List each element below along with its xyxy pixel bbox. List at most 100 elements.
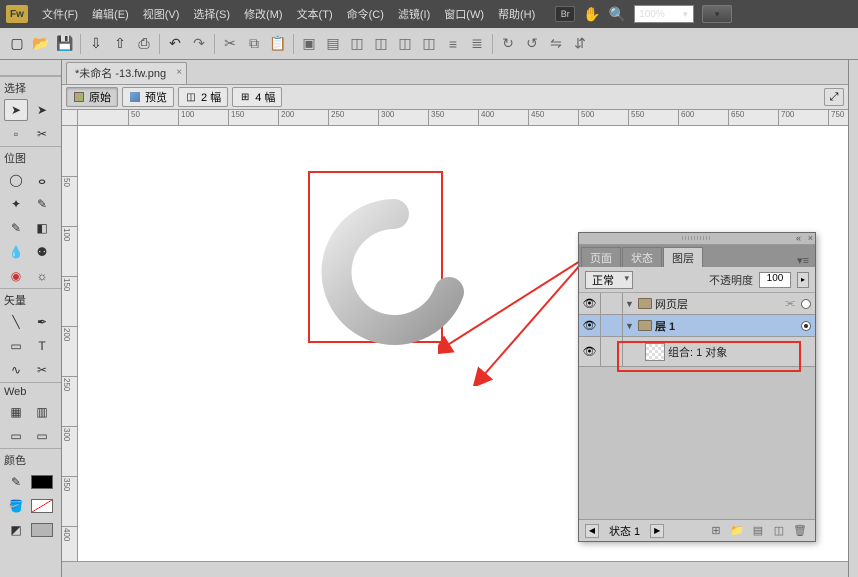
stroke-color-tool[interactable]: ✎ [4,471,28,493]
lock-cell[interactable] [601,293,623,314]
forward-button[interactable]: ◫ [394,33,416,55]
freeform-tool[interactable]: ∿ [4,359,28,381]
redo-button[interactable]: ↷ [188,33,210,55]
wand-tool[interactable]: ✦ [4,193,28,215]
show-slice-tool[interactable]: ▭ [30,425,54,447]
line-tool[interactable]: ╲ [4,311,28,333]
visibility-toggle[interactable]: 👁 [579,315,601,336]
menu-view[interactable]: 视图(V) [137,3,186,25]
right-dock-strip[interactable] [848,60,858,577]
document-tab[interactable]: *未命名 -13.fw.png × [66,62,187,84]
pencil-tool[interactable]: ✎ [4,217,28,239]
subselect-tool[interactable]: ➤ [30,99,54,121]
lasso-tool[interactable]: ⴰ [30,169,54,191]
active-layer-radio[interactable] [801,299,811,309]
close-tab-icon[interactable]: × [176,67,182,78]
rotate-cw-button[interactable]: ↻ [497,33,519,55]
menu-help[interactable]: 帮助(H) [492,3,541,25]
align-button[interactable]: ≡ [442,33,464,55]
new-bitmap-button[interactable]: ◫ [770,523,788,539]
backward-button[interactable]: ◫ [418,33,440,55]
slice-tool[interactable]: ▥ [30,401,54,423]
opacity-input[interactable]: 100 [759,272,791,288]
canvas-object[interactable] [314,192,474,352]
view-original-button[interactable]: 原始 [66,87,118,107]
flip-h-button[interactable]: ⇋ [545,33,567,55]
panel-menu-icon[interactable]: ▾≡ [797,254,813,267]
ungroup-button[interactable]: ▤ [322,33,344,55]
active-layer-radio[interactable] [801,321,811,331]
expand-toggle-icon[interactable]: ▼ [625,321,635,331]
layer-row-web[interactable]: 👁 ▼ 网页层 ⫘ [579,293,815,315]
rotate-ccw-button[interactable]: ↺ [521,33,543,55]
layer-row-layer1[interactable]: 👁 ▼ 层 1 [579,315,815,337]
rect-tool[interactable]: ▭ [4,335,28,357]
panel-drag-handle[interactable]: « × [579,233,815,245]
expand-toggle-icon[interactable]: ▼ [625,299,635,309]
print-button[interactable]: ⎙ [133,33,155,55]
group-button[interactable]: ▣ [298,33,320,55]
crop-tool[interactable]: ✂ [30,123,54,145]
front-button[interactable]: ◫ [346,33,368,55]
import-button[interactable]: ⇩ [85,33,107,55]
text-tool[interactable]: T [30,335,54,357]
share-icon[interactable]: ⫘ [785,297,795,310]
fill-color-tool[interactable]: 🪣 [4,495,28,517]
visibility-toggle[interactable]: 👁 [579,337,601,366]
expand-button[interactable]: ⤢ [824,88,844,106]
pointer-tool[interactable]: ➤ [4,99,28,121]
blend-mode-select[interactable]: 正常 [585,271,633,289]
view-preview-button[interactable]: 预览 [122,87,174,107]
zoom-select[interactable]: 100%▼ [634,5,694,23]
search-icon[interactable]: 🔍 [609,6,626,23]
marquee-tool[interactable]: ◯ [4,169,28,191]
menu-select[interactable]: 选择(S) [187,3,236,25]
hotspot-tool[interactable]: ▦ [4,401,28,423]
scale-tool[interactable]: ▫ [4,123,28,145]
tab-layers[interactable]: 图层 [663,247,703,267]
menu-file[interactable]: 文件(F) [36,3,84,25]
hide-slice-tool[interactable]: ▭ [4,425,28,447]
cut-button[interactable]: ✂ [219,33,241,55]
menu-text[interactable]: 文本(T) [291,3,339,25]
panel-collapse-icon[interactable]: « [796,233,801,243]
flip-v-button[interactable]: ⇵ [569,33,591,55]
menu-window[interactable]: 窗口(W) [438,3,490,25]
menu-commands[interactable]: 命令(C) [341,3,390,25]
stamp-tool[interactable]: ⚉ [30,241,54,263]
tab-pages[interactable]: 页面 [581,247,621,267]
dodge-tool[interactable]: ☼ [30,265,54,287]
distribute-button[interactable]: ≣ [466,33,488,55]
knife-tool[interactable]: ✂ [30,359,54,381]
hand-icon[interactable]: ✋ [583,6,600,23]
new-button[interactable]: ▢ [6,33,28,55]
eraser-tool[interactable]: ◧ [30,217,54,239]
open-button[interactable]: 📂 [30,33,52,55]
visibility-toggle[interactable]: 👁 [579,293,601,314]
view-4up-button[interactable]: ⊞4 幅 [232,87,282,107]
stroke-swatch[interactable] [30,471,54,493]
default-colors[interactable]: ◩ [4,519,28,541]
brush-tool[interactable]: ✎ [30,193,54,215]
copy-button[interactable]: ⧉ [243,33,265,55]
swap-colors[interactable] [30,519,54,541]
prev-state-button[interactable]: ◀ [585,524,599,538]
help-dropdown[interactable]: ▾ [702,5,732,23]
menu-filters[interactable]: 滤镜(I) [392,3,436,25]
horizontal-scrollbar[interactable] [62,561,848,577]
view-2up-button[interactable]: ◫2 幅 [178,87,228,107]
paste-button[interactable]: 📋 [267,33,289,55]
lock-cell[interactable] [601,315,623,336]
export-button[interactable]: ⇧ [109,33,131,55]
save-button[interactable]: 💾 [54,33,76,55]
opacity-slider-button[interactable]: ▸ [797,272,809,288]
fill-swatch[interactable] [30,495,54,517]
panel-close-icon[interactable]: × [808,233,813,243]
menu-modify[interactable]: 修改(M) [238,3,289,25]
pen-tool[interactable]: ✒ [30,311,54,333]
next-state-button[interactable]: ▶ [650,524,664,538]
redeye-tool[interactable]: ◉ [4,265,28,287]
tab-states[interactable]: 状态 [622,247,662,267]
blur-tool[interactable]: 💧 [4,241,28,263]
new-layer-button[interactable]: ▤ [749,523,767,539]
